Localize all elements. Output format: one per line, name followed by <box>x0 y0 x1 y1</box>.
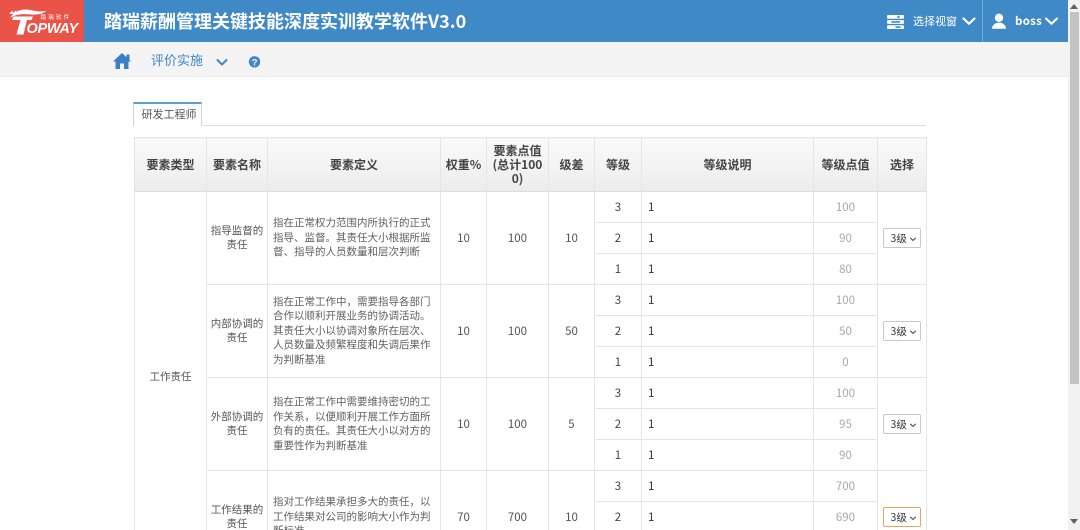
svg-text:?: ? <box>252 57 258 68</box>
svg-text:踏瑞软件: 踏瑞软件 <box>41 13 72 21</box>
svg-text:OPWAY: OPWAY <box>27 21 80 37</box>
